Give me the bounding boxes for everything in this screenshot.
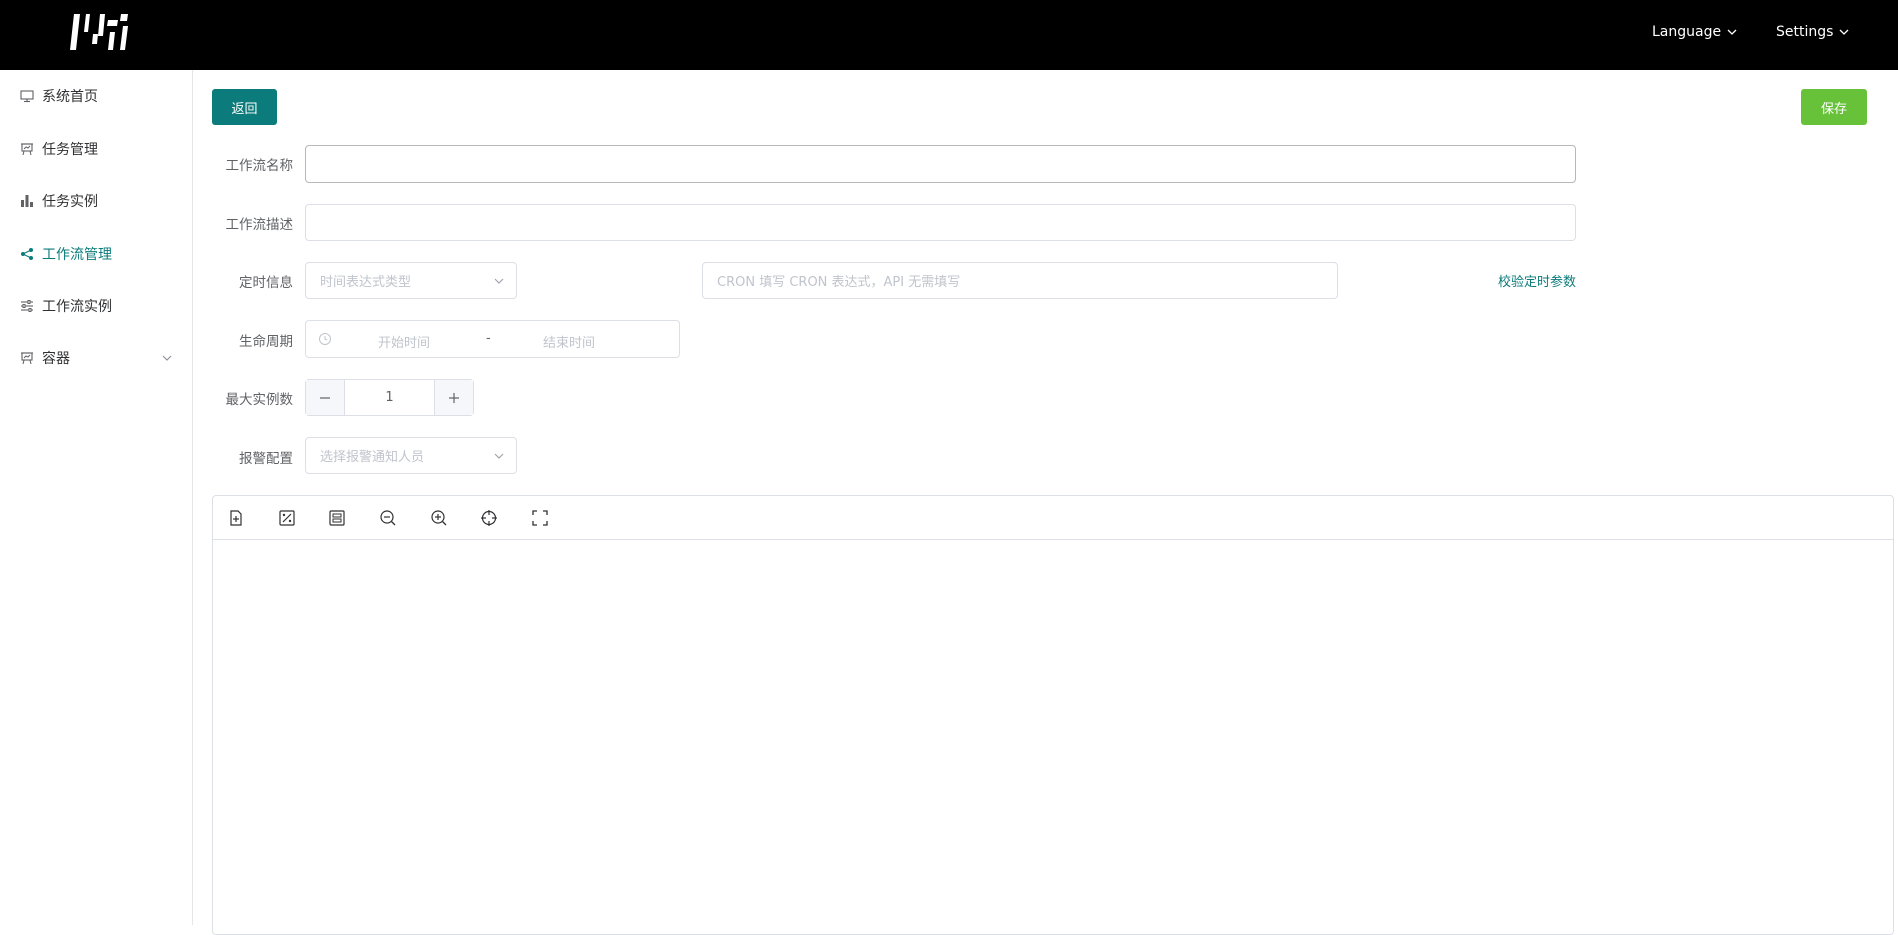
- settings-menu[interactable]: Settings: [1776, 24, 1849, 40]
- zoom-out-icon[interactable]: [378, 508, 398, 528]
- zoom-in-icon[interactable]: [429, 508, 449, 528]
- add-node-icon[interactable]: [226, 508, 246, 528]
- chevron-down-icon: [1727, 29, 1737, 35]
- end-time-placeholder[interactable]: 结束时间: [543, 332, 595, 351]
- cron-placeholder: CRON 填写 CRON 表达式，API 无需填写: [717, 275, 961, 290]
- alarm-config-label: 报警配置: [239, 451, 293, 467]
- chevron-down-icon: [494, 453, 504, 459]
- bar-chart-icon: [20, 194, 34, 208]
- alarm-recipients-select[interactable]: 选择报警通知人员: [305, 437, 517, 474]
- sidebar-item-workflow-instances[interactable]: 工作流实例: [0, 280, 192, 332]
- chevron-down-icon: [494, 278, 504, 284]
- increment-button[interactable]: [434, 380, 473, 415]
- fullscreen-icon[interactable]: [530, 508, 550, 528]
- sidebar-item-label: 任务实例: [42, 194, 98, 210]
- sidebar-item-label: 工作流实例: [42, 299, 112, 315]
- share-icon: [20, 247, 34, 261]
- workflow-description-input[interactable]: [305, 204, 1576, 241]
- date-range-separator: -: [486, 331, 491, 346]
- sidebar-item-home[interactable]: 系统首页: [0, 70, 192, 122]
- clock-icon: [319, 333, 331, 345]
- chevron-down-icon: [162, 355, 172, 361]
- decrement-button[interactable]: [306, 380, 345, 415]
- sidebar-item-tasks[interactable]: 任务管理: [0, 123, 192, 175]
- crosshair-icon[interactable]: [479, 508, 499, 528]
- max-instances-label: 最大实例数: [225, 392, 294, 408]
- main-content: 返回 保存 工作流名称 工作流描述 定时信息 时间表达式类型 CRON 填写 C…: [193, 70, 1898, 935]
- sliders-icon: [20, 299, 34, 313]
- timing-info-label: 定时信息: [239, 275, 293, 291]
- sidebar-item-workflow-management[interactable]: 工作流管理: [0, 228, 192, 280]
- max-instances-value[interactable]: 1: [345, 380, 434, 415]
- presentation-icon: [20, 142, 34, 156]
- sidebar-item-task-instances[interactable]: 任务实例: [0, 175, 192, 227]
- back-button[interactable]: 返回: [212, 89, 277, 125]
- cron-expression-input[interactable]: CRON 填写 CRON 表达式，API 无需填写: [702, 262, 1338, 299]
- language-menu[interactable]: Language: [1652, 24, 1737, 40]
- canvas-toolbar: [213, 496, 1893, 540]
- workflow-description-label: 工作流描述: [225, 217, 294, 233]
- workflow-name-label: 工作流名称: [225, 158, 294, 174]
- settings-label: Settings: [1776, 24, 1834, 40]
- minus-icon: [320, 396, 330, 399]
- validate-timing-link[interactable]: 校验定时参数: [1498, 271, 1576, 290]
- layout-icon[interactable]: [327, 508, 347, 528]
- save-button[interactable]: 保存: [1801, 89, 1867, 125]
- alarm-placeholder: 选择报警通知人员: [320, 450, 425, 465]
- sidebar-item-containers[interactable]: 容器: [0, 332, 192, 384]
- workflow-name-input[interactable]: [305, 145, 1576, 183]
- sidebar-item-label: 工作流管理: [42, 247, 112, 263]
- language-label: Language: [1652, 24, 1722, 40]
- logo-icon: [70, 14, 128, 50]
- timing-type-select[interactable]: 时间表达式类型: [305, 262, 517, 299]
- workflow-canvas[interactable]: [212, 495, 1894, 935]
- sidebar: 系统首页 任务管理 任务实例 工作流管理 工作流实例 容器: [0, 70, 193, 925]
- lifecycle-date-range[interactable]: 开始时间 - 结束时间: [305, 320, 680, 358]
- max-instances-stepper: 1: [305, 379, 474, 416]
- sidebar-item-label: 容器: [42, 351, 70, 367]
- monitor-icon: [20, 89, 34, 103]
- percent-icon[interactable]: [277, 508, 297, 528]
- sidebar-item-label: 系统首页: [42, 89, 98, 105]
- presentation-icon: [20, 351, 34, 365]
- lifecycle-label: 生命周期: [239, 334, 293, 350]
- plus-icon: [449, 392, 459, 403]
- sidebar-item-label: 任务管理: [42, 142, 98, 158]
- chevron-down-icon: [1839, 29, 1849, 35]
- start-time-placeholder[interactable]: 开始时间: [378, 332, 430, 351]
- top-navbar: Language Settings: [0, 0, 1898, 70]
- timing-type-placeholder: 时间表达式类型: [320, 275, 412, 290]
